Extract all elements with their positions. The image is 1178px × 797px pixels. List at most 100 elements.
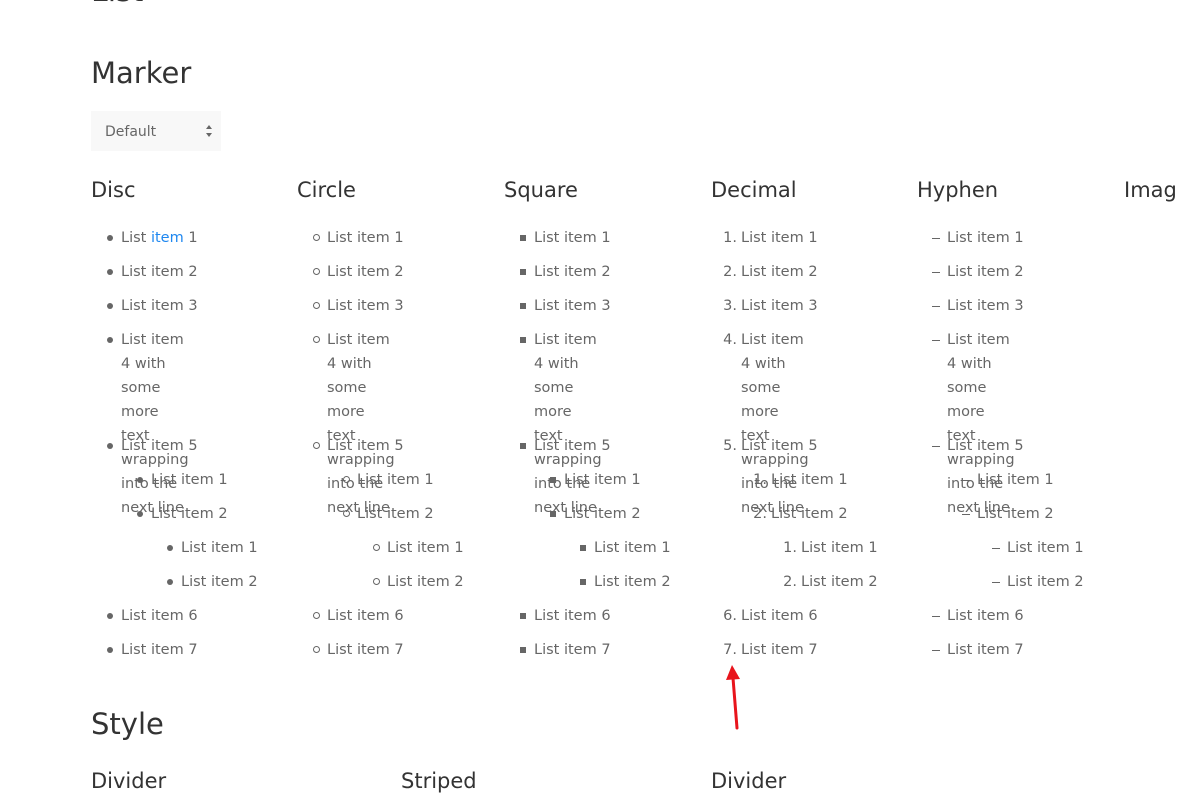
circle-marker xyxy=(305,260,325,284)
disc-marker xyxy=(159,536,179,560)
hyphen-marker xyxy=(955,502,975,526)
list-item-text: List item 2 xyxy=(327,264,404,280)
decimal-marker: 2. xyxy=(723,264,737,280)
page-title-partial: List xyxy=(91,0,143,10)
hyphen-marker xyxy=(925,294,945,318)
list-item: 3. List item 3 xyxy=(723,294,817,318)
list-item-text: List item 7 xyxy=(121,642,198,658)
arrow-shaft xyxy=(731,676,739,730)
marker-heading: Marker xyxy=(91,56,192,90)
disc-marker xyxy=(99,328,119,352)
list-item: List item 2 xyxy=(343,502,434,526)
list-item: List item 7 xyxy=(313,638,404,662)
list-item-text: List item 7 xyxy=(327,642,404,658)
item-link[interactable]: item xyxy=(151,230,184,246)
hyphen-marker xyxy=(985,570,1005,594)
list-item-text: List item 1 xyxy=(947,230,1024,246)
hyphen-marker xyxy=(925,604,945,628)
decimal-marker: 1. xyxy=(723,230,737,246)
list-item-text: List item 1 xyxy=(181,540,258,556)
list-item: List item 3 xyxy=(313,294,404,318)
hyphen-marker xyxy=(955,468,975,492)
hyphen-marker xyxy=(925,638,945,662)
red-arrow-annotation xyxy=(726,665,740,730)
list-item-text: List item 1 xyxy=(327,230,404,246)
decimal-marker: 2. xyxy=(753,506,767,522)
list-item: List item 1 xyxy=(137,468,228,492)
list-item: List item 1 xyxy=(167,536,258,560)
list-item: List item 5 xyxy=(313,434,404,458)
square-marker xyxy=(572,536,592,560)
disc-marker xyxy=(99,434,119,458)
list-item-text: List item 1 xyxy=(564,472,641,488)
list-item: 2. List item 2 xyxy=(783,570,877,594)
list-item: List item 6 xyxy=(313,604,404,628)
hyphen-marker xyxy=(985,536,1005,560)
list-item-text: List item 3 xyxy=(121,298,198,314)
circle-marker xyxy=(335,502,355,526)
square-marker xyxy=(512,638,532,662)
circle-marker xyxy=(305,294,325,318)
list-item-text: List item 1 xyxy=(594,540,671,556)
list-item: List item 1 xyxy=(550,468,641,492)
square-marker xyxy=(512,260,532,284)
list-item-text: List item 5 xyxy=(741,438,818,454)
list-item: List item 5 xyxy=(520,434,611,458)
column-hyphen: Hyphen List item 1 List item 2 List item 3… xyxy=(917,174,1117,658)
circle-marker xyxy=(305,226,325,250)
list-item: List item 1 xyxy=(992,536,1084,560)
list-item-text: List item 5 xyxy=(121,438,198,454)
list-item: List item 7 xyxy=(932,638,1024,662)
list-item: List item 1 xyxy=(520,226,611,250)
column-title: Circle xyxy=(297,178,356,202)
hyphen-marker xyxy=(925,226,945,250)
list-item-text: List item 2 xyxy=(357,506,434,522)
list-item: List item 1 xyxy=(313,226,404,250)
list-item: 2. List item 2 xyxy=(753,502,847,526)
list-item-line: List item 4 with xyxy=(534,332,597,372)
subheading-striped: Striped xyxy=(401,769,477,793)
list-item: List item 6 xyxy=(932,604,1024,628)
list-item-text: List item 2 xyxy=(947,264,1024,280)
list-item: List item 2 xyxy=(520,260,611,284)
list-item: List item 3 xyxy=(520,294,611,318)
decimal-marker: 3. xyxy=(723,298,737,314)
list-item-text: List item 1 xyxy=(771,472,848,488)
disc-marker xyxy=(99,226,119,250)
square-marker xyxy=(512,434,532,458)
circle-marker xyxy=(305,328,325,352)
list-item-text: List item 6 xyxy=(327,608,404,624)
list-item: List item 7 xyxy=(520,638,611,662)
column-decimal: Decimal 1. List item 1 2. List item 2 3. List… xyxy=(711,174,911,658)
marker-select-value: Default xyxy=(105,124,157,140)
circle-marker xyxy=(305,604,325,628)
list-item: List item 3 xyxy=(932,294,1024,318)
arrow-head xyxy=(726,665,740,680)
list-item-text: List item 1 xyxy=(534,230,611,246)
list-item-text: List item 1 xyxy=(741,230,818,246)
list-item-text: List item 2 xyxy=(151,506,228,522)
decimal-marker: 5. xyxy=(723,438,737,454)
list-item: List item 2 xyxy=(580,570,671,594)
circle-marker xyxy=(365,536,385,560)
marker-select[interactable]: Default xyxy=(91,111,221,151)
list-item: List item 2 xyxy=(932,260,1024,284)
column-title: Decimal xyxy=(711,178,797,202)
list-item: List item 2 xyxy=(313,260,404,284)
list-item: 7. List item 7 xyxy=(723,638,817,662)
list-item-text: List item 3 xyxy=(947,298,1024,314)
select-arrows-icon xyxy=(206,125,212,137)
list-item-text: List item 7 xyxy=(534,642,611,658)
disc-marker xyxy=(99,638,119,662)
list-item-text: List item 3 xyxy=(327,298,404,314)
square-marker xyxy=(512,604,532,628)
disc-marker xyxy=(129,468,149,492)
list-item-text: List item 6 xyxy=(121,608,198,624)
list-item: List item 7 xyxy=(107,638,198,662)
list-item: List item 2 xyxy=(137,502,228,526)
hyphen-marker xyxy=(925,328,945,352)
column-title: Hyphen xyxy=(917,178,999,202)
list-item-text: List item 1 xyxy=(1007,540,1084,556)
list-item: List item 2 xyxy=(373,570,464,594)
list-item: List item 1 xyxy=(962,468,1054,492)
